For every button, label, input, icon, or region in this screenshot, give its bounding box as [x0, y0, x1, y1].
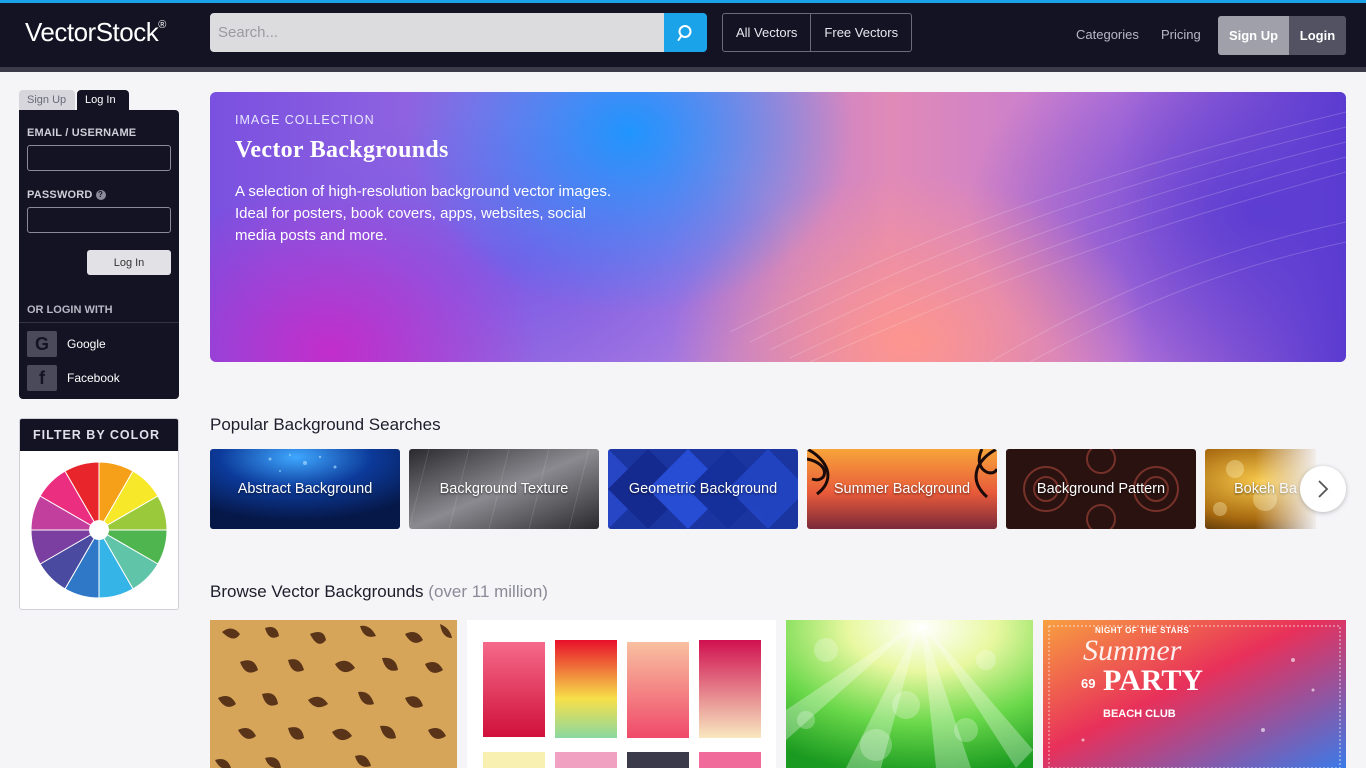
vector-type-toggle: All Vectors Free Vectors [722, 13, 913, 52]
popular-card-summer[interactable]: Summer Background [807, 449, 997, 529]
thumb-gradient-posters[interactable] [467, 620, 776, 768]
browse-title-row: Browse Vector Backgrounds (over 11 milli… [210, 582, 548, 602]
or-login-with-label: OR LOGIN WITH [27, 304, 113, 316]
social-divider [19, 322, 179, 323]
hero-kicker: IMAGE COLLECTION [235, 113, 375, 127]
popular-card-pattern[interactable]: Background Pattern [1006, 449, 1196, 529]
popular-searches-title: Popular Background Searches [210, 415, 441, 434]
tab-log-in[interactable]: Log In [77, 90, 129, 111]
hero-banner: IMAGE COLLECTION Vector Backgrounds A se… [210, 92, 1346, 362]
flyer-headline: Summer [1083, 634, 1182, 667]
thumb-green-sunburst[interactable] [786, 620, 1033, 768]
search-input[interactable] [210, 13, 664, 52]
email-label: EMAIL / USERNAME [27, 127, 137, 139]
thumb-summer-party[interactable]: NIGHT OF THE STARS Summer 69 PARTY BEACH… [1043, 620, 1346, 768]
popular-card-texture[interactable]: Background Texture [409, 449, 599, 529]
categories-link[interactable]: Categories [1076, 27, 1139, 42]
pricing-link[interactable]: Pricing [1161, 27, 1201, 42]
gradient-poster-set-image [483, 640, 761, 768]
popular-label-texture: Background Texture [439, 481, 569, 497]
site-logo[interactable]: VectorStock® [25, 17, 166, 48]
help-icon[interactable]: ? [95, 190, 106, 201]
browse-title: Browse Vector Backgrounds [210, 582, 424, 601]
hero-title: Vector Backgrounds [235, 137, 449, 163]
all-vectors-button[interactable]: All Vectors [723, 14, 810, 51]
color-wheel [30, 461, 168, 599]
search-icon [677, 24, 691, 41]
google-login-button[interactable]: G Google [27, 331, 106, 357]
popular-card-abstract[interactable]: Abstract Background [210, 449, 400, 529]
flyer-party: PARTY [1103, 664, 1204, 697]
registered-mark: ® [158, 19, 166, 31]
leopard-pattern-image [210, 620, 457, 768]
header-login-button[interactable]: Login [1289, 16, 1346, 55]
chevron-right-icon [1318, 480, 1329, 498]
google-icon: G [27, 331, 57, 357]
header-signup-button[interactable]: Sign Up [1218, 16, 1289, 55]
free-vectors-button[interactable]: Free Vectors [810, 14, 911, 51]
popular-label-abstract: Abstract Background [237, 481, 373, 497]
green-sunburst-bokeh-image [786, 620, 1033, 768]
carousel-next-button[interactable] [1300, 466, 1346, 512]
login-panel: EMAIL / USERNAME PASSWORD? Log In OR LOG… [19, 110, 179, 399]
password-label: PASSWORD [27, 189, 93, 201]
flyer-number: 69 [1081, 676, 1096, 691]
popular-label-geometric: Geometric Background [628, 481, 778, 497]
google-login-label: Google [67, 337, 106, 351]
browse-count: (over 11 million) [428, 582, 548, 601]
filter-by-color-title: FILTER BY COLOR [20, 419, 178, 451]
popular-searches-carousel: Abstract Background Background Texture G… [210, 449, 1316, 529]
tab-sign-up[interactable]: Sign Up [19, 90, 75, 111]
filter-by-color-panel: FILTER BY COLOR [19, 418, 179, 610]
facebook-icon: f [27, 365, 57, 391]
search-button[interactable] [664, 13, 707, 52]
popular-label-summer: Summer Background [833, 481, 971, 497]
topbar-divider [0, 67, 1366, 72]
login-submit-button[interactable]: Log In [87, 250, 171, 275]
popular-card-geometric[interactable]: Geometric Background [608, 449, 798, 529]
thumb-leopard-pattern[interactable] [210, 620, 457, 768]
password-field[interactable] [27, 207, 171, 233]
flyer-club: BEACH CLUB [1103, 708, 1176, 720]
email-field[interactable] [27, 145, 171, 171]
facebook-login-label: Facebook [67, 371, 120, 385]
hero-description: A selection of high-resolution backgroun… [235, 183, 612, 244]
facebook-login-button[interactable]: f Facebook [27, 365, 120, 391]
password-label-row: PASSWORD? [27, 189, 106, 201]
color-wheel-center [89, 520, 109, 540]
popular-label-pattern: Background Pattern [1036, 481, 1166, 497]
logo-text: VectorStock [25, 17, 159, 47]
